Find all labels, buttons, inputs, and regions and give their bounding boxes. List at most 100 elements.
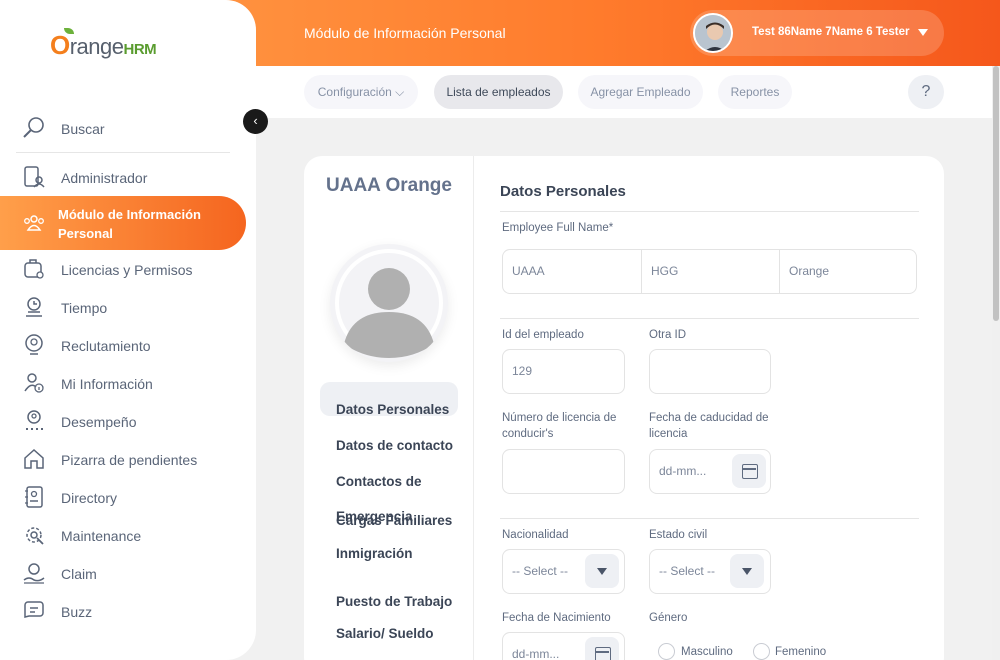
chevron-down-icon[interactable] bbox=[918, 29, 928, 36]
search-icon bbox=[23, 117, 44, 138]
logo-hrm: HRM bbox=[123, 41, 157, 58]
tab-label: Puesto de Trabajo bbox=[336, 594, 453, 609]
user-name: Test 86Name 7Name 6 Tester bbox=[752, 26, 910, 38]
sidebar-item-buzz[interactable]: Buzz bbox=[0, 592, 256, 630]
calendar-button[interactable] bbox=[732, 454, 766, 488]
sidebar-item-desempeno[interactable]: Desempeño bbox=[0, 402, 256, 440]
time-icon bbox=[26, 297, 42, 317]
marital-select[interactable]: -- Select -- bbox=[649, 549, 771, 594]
dashboard-icon bbox=[24, 448, 44, 469]
sidebar-item-pim[interactable]: Módulo de Información Personal bbox=[0, 196, 246, 250]
performance-icon bbox=[26, 410, 43, 430]
nationality-select[interactable]: -- Select -- bbox=[502, 549, 625, 594]
calendar-button[interactable] bbox=[585, 637, 619, 660]
employee-name: UAAA Orange bbox=[326, 175, 452, 196]
help-button[interactable]: ? bbox=[908, 75, 944, 109]
marital-label: Estado civil bbox=[649, 529, 708, 541]
dob-input[interactable]: dd-mm... bbox=[502, 632, 625, 660]
admin-icon bbox=[24, 166, 45, 188]
sidebar-item-mi-informacion[interactable]: Mi Información bbox=[0, 364, 256, 402]
sidebar-item-label: Buzz bbox=[61, 604, 93, 620]
other-id-input[interactable] bbox=[649, 349, 771, 394]
sidebar: OrangeHRM Buscar Administrador Módulo de… bbox=[0, 0, 256, 660]
sidebar-item-licencias[interactable]: Licencias y Permisos bbox=[0, 250, 256, 288]
emp-id-label: Id del empleado bbox=[502, 329, 584, 341]
tab-label: Cargas Familiares bbox=[336, 513, 453, 528]
sidebar-item-tiempo[interactable]: Tiempo bbox=[0, 288, 256, 326]
gender-male-radio[interactable] bbox=[658, 643, 675, 660]
sidebar-item-label: Administrador bbox=[61, 170, 148, 186]
employee-tabs-panel: UAAA Orange Datos Personales Datos de co… bbox=[304, 156, 474, 660]
calendar-icon bbox=[595, 647, 611, 660]
page-scrollbar[interactable] bbox=[992, 66, 1000, 660]
gender-male-label: Masculino bbox=[681, 646, 733, 658]
sidebar-item-label: Maintenance bbox=[61, 528, 142, 544]
user-menu[interactable]: Test 86Name 7Name 6 Tester bbox=[690, 10, 944, 56]
dropdown-button[interactable] bbox=[585, 554, 619, 588]
section-title: Datos Personales bbox=[500, 183, 626, 200]
sidebar-collapse-button[interactable]: ‹ bbox=[243, 109, 268, 134]
divider bbox=[500, 318, 919, 319]
scrollbar-thumb[interactable] bbox=[993, 66, 999, 321]
sidebar-item-label: Desempeño bbox=[61, 414, 137, 430]
divider bbox=[500, 211, 919, 212]
divider bbox=[500, 518, 919, 519]
sidebar-item-maintenance[interactable]: Maintenance bbox=[0, 516, 256, 554]
date-placeholder: dd-mm... bbox=[512, 647, 560, 660]
emp-id-input[interactable]: 129 bbox=[502, 349, 625, 394]
caret-down-icon bbox=[742, 568, 752, 575]
sidebar-item-directory[interactable]: Directory bbox=[0, 478, 256, 516]
last-name-input[interactable]: Orange bbox=[780, 250, 917, 293]
sidebar-item-administrador[interactable]: Administrador bbox=[0, 158, 256, 196]
chevron-down-icon: ⌵ bbox=[395, 85, 405, 99]
select-value: -- Select -- bbox=[512, 564, 569, 578]
full-name-group: UAAA HGG Orange bbox=[502, 249, 917, 294]
leave-icon bbox=[24, 259, 44, 279]
license-input[interactable] bbox=[502, 449, 625, 494]
tab-label: Datos de contacto bbox=[336, 438, 454, 453]
select-value: -- Select -- bbox=[659, 564, 716, 578]
date-placeholder: dd-mm... bbox=[659, 464, 707, 478]
avatar-placeholder-icon bbox=[335, 249, 443, 358]
dropdown-button[interactable] bbox=[730, 554, 764, 588]
sidebar-item-claim[interactable]: Claim bbox=[0, 554, 256, 592]
sidebar-item-label: Mi Información bbox=[61, 376, 153, 392]
other-id-label: Otra ID bbox=[649, 329, 687, 341]
tab-label: Salario/ Sueldo bbox=[336, 626, 434, 641]
user-avatar bbox=[693, 13, 733, 53]
first-name-input[interactable]: UAAA bbox=[503, 250, 641, 293]
buzz-icon bbox=[24, 601, 44, 618]
calendar-icon bbox=[742, 464, 758, 479]
people-icon bbox=[24, 215, 44, 231]
gender-label: Género bbox=[649, 612, 688, 624]
top-menu: Configuración ⌵ Lista de empleados Agreg… bbox=[256, 66, 992, 118]
menu-agregar-empleado[interactable]: Agregar Empleado bbox=[578, 75, 703, 109]
my-info-icon bbox=[24, 373, 44, 393]
maintenance-icon bbox=[26, 527, 44, 545]
sidebar-item-reclutamiento[interactable]: Reclutamiento bbox=[0, 326, 256, 364]
menu-lista-empleados[interactable]: Lista de empleados bbox=[434, 75, 563, 109]
employee-photo[interactable] bbox=[330, 244, 448, 362]
sidebar-item-label: Reclutamiento bbox=[61, 338, 151, 354]
sidebar-item-pizarra[interactable]: Pizarra de pendientes bbox=[0, 440, 256, 478]
recruitment-icon bbox=[25, 334, 43, 355]
full-name-label: Employee Full Name* bbox=[502, 222, 614, 234]
sidebar-item-label: Licencias y Permisos bbox=[61, 262, 193, 278]
logo-range: range bbox=[69, 34, 124, 59]
caret-down-icon bbox=[597, 568, 607, 575]
directory-icon bbox=[25, 486, 43, 508]
menu-configuracion[interactable]: Configuración ⌵ bbox=[304, 75, 418, 109]
gender-female-radio[interactable] bbox=[753, 643, 770, 660]
menu-label: Configuración bbox=[317, 85, 392, 99]
middle-name-input[interactable]: HGG bbox=[642, 250, 779, 293]
tab-datos-personales[interactable]: Datos Personales bbox=[320, 382, 458, 417]
module-title: Módulo de Información Personal bbox=[304, 25, 506, 41]
logo-o: O bbox=[50, 30, 70, 60]
gender-female-label: Femenino bbox=[775, 646, 827, 658]
menu-reportes[interactable]: Reportes bbox=[718, 75, 792, 109]
sidebar-item-label: Tiempo bbox=[61, 300, 108, 316]
tab-label: Datos Personales bbox=[336, 402, 450, 417]
sidebar-item-label: Directory bbox=[61, 490, 118, 506]
sidebar-item-buscar[interactable]: Buscar bbox=[0, 109, 256, 147]
license-expiry-input[interactable]: dd-mm... bbox=[649, 449, 771, 494]
